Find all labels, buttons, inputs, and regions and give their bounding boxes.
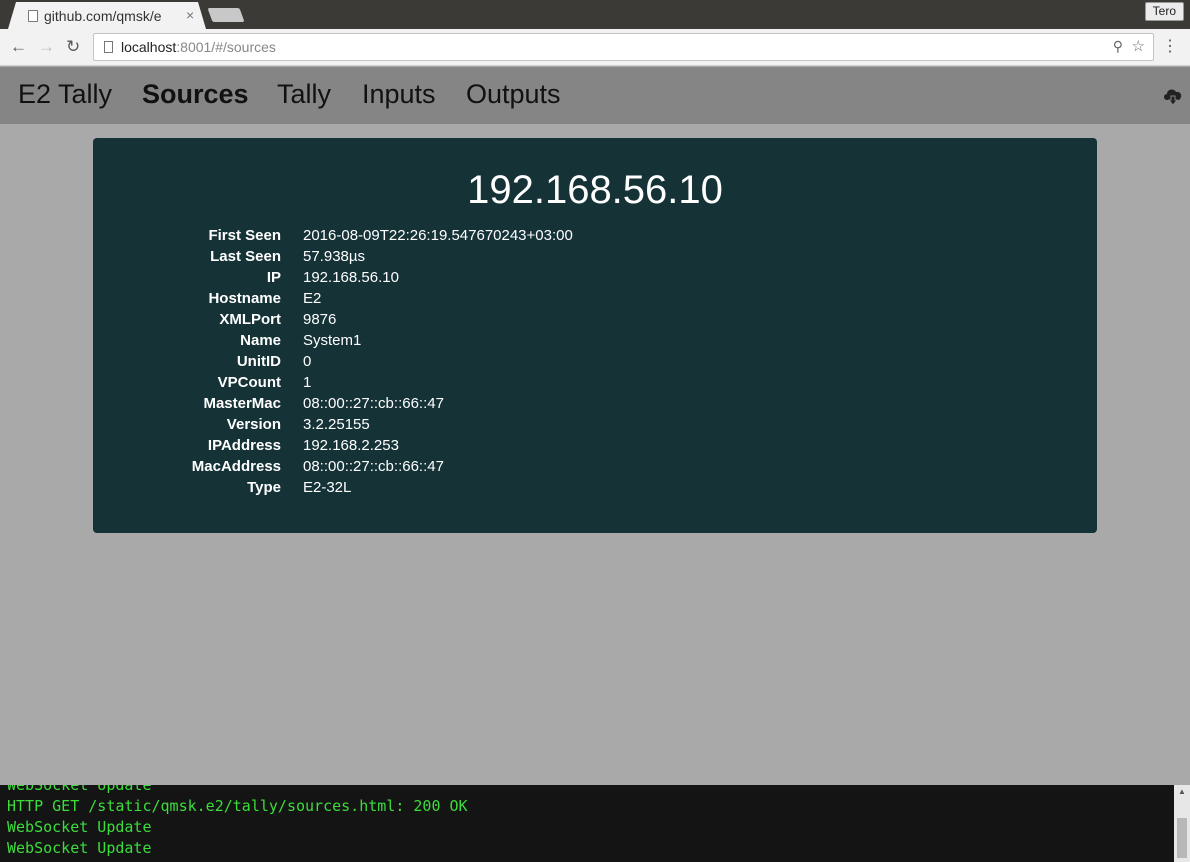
detail-value: 1 (303, 374, 312, 391)
close-icon[interactable]: × (186, 7, 194, 23)
forward-arrow-icon[interactable]: → (38, 37, 55, 57)
detail-key: VPCount (217, 374, 281, 391)
back-arrow-icon[interactable]: ← (10, 37, 27, 57)
detail-key: IP (266, 269, 281, 286)
detail-row: Type E2-32L (93, 479, 893, 500)
detail-value: 0 (303, 353, 312, 370)
detail-value: System1 (303, 332, 362, 349)
detail-key: Name (240, 332, 281, 349)
detail-key: Type (247, 479, 281, 496)
detail-row: MasterMac 08::00::27::cb::66::47 (93, 395, 893, 416)
nav-outputs[interactable]: Outputs (466, 79, 561, 110)
detail-row: First Seen 2016-08-09T22:26:19.547670243+… (93, 227, 893, 248)
detail-key: Version (226, 416, 281, 433)
detail-row: Last Seen 57.938µs (93, 248, 893, 269)
reload-icon[interactable]: ↻ (66, 37, 80, 57)
url-text[interactable]: localhost:8001/#/sources (121, 39, 276, 55)
new-tab-button[interactable] (207, 8, 245, 22)
detail-row: MacAddress 08::00::27::cb::66::47 (93, 458, 893, 479)
detail-key: XMLPort (219, 311, 281, 328)
detail-key: MasterMac (203, 395, 281, 412)
url-host: localhost (121, 39, 177, 55)
detail-value: E2 (303, 290, 322, 307)
terminal-line: WebSocket Update (7, 818, 152, 836)
detail-row: IP 192.168.56.10 (93, 269, 893, 290)
detail-row: Hostname E2 (93, 290, 893, 311)
detail-value: E2-32L (303, 479, 352, 496)
url-path: :8001/#/sources (176, 39, 276, 55)
cloud-download-icon[interactable] (1162, 85, 1184, 107)
detail-key: MacAddress (191, 458, 281, 475)
browser-tab[interactable]: github.com/qmsk/e × (8, 2, 206, 29)
star-icon[interactable]: ☆ (1132, 37, 1145, 55)
detail-row: Version 3.2.25155 (93, 416, 893, 437)
menu-icon[interactable]: ⋮ (1162, 37, 1178, 57)
profile-button[interactable]: Tero (1144, 2, 1184, 21)
detail-value: 2016-08-09T22:26:19.547670243+03:00 (303, 227, 573, 244)
detail-key: UnitID (236, 353, 281, 370)
detail-value: 9876 (303, 311, 337, 328)
detail-value: 3.2.25155 (303, 416, 370, 433)
nav-sources[interactable]: Sources (142, 79, 249, 110)
detail-value: 08::00::27::cb::66::47 (303, 458, 444, 475)
detail-value: 192.168.56.10 (303, 269, 399, 286)
detail-key: IPAddress (207, 437, 281, 454)
page-icon (104, 41, 113, 53)
terminal-line: WebSocket Update (7, 785, 152, 794)
detail-row: VPCount 1 (93, 374, 893, 395)
brand-link[interactable]: E2 Tally (18, 79, 112, 110)
browser-toolbar: ← → ↻ localhost:8001/#/sources ⚲ ☆ ⋮ (0, 29, 1190, 66)
source-card: 192.168.56.10 First Seen 2016-08-09T22:26… (93, 138, 1097, 533)
app-navbar: E2 Tally Sources Tally Inputs Outputs (0, 67, 1190, 124)
nav-tally[interactable]: Tally (277, 79, 331, 110)
nav-inputs[interactable]: Inputs (362, 79, 436, 110)
browser-tabstrip: github.com/qmsk/e × Tero (0, 0, 1190, 29)
terminal-line: WebSocket Update (7, 839, 152, 857)
terminal-panel: WebSocket Update HTTP GET /static/qmsk.e… (0, 785, 1190, 862)
detail-row: XMLPort 9876 (93, 311, 893, 332)
terminal-scrollbar[interactable]: ▲ (1174, 785, 1190, 862)
tab-title: github.com/qmsk/e (44, 8, 162, 24)
zoom-icon[interactable]: ⚲ (1113, 38, 1123, 55)
page-icon (28, 10, 38, 22)
detail-value: 192.168.2.253 (303, 437, 399, 454)
source-title: 192.168.56.10 (467, 168, 723, 212)
detail-key: Last Seen (210, 248, 281, 265)
detail-value: 57.938µs (303, 248, 366, 265)
detail-row: UnitID 0 (93, 353, 893, 374)
detail-row: IPAddress 192.168.2.253 (93, 437, 893, 458)
scroll-up-icon[interactable]: ▲ (1178, 787, 1186, 796)
terminal-line: HTTP GET /static/qmsk.e2/tally/sources.h… (7, 797, 468, 815)
detail-key: Hostname (208, 290, 281, 307)
detail-value: 08::00::27::cb::66::47 (303, 395, 444, 412)
address-bar[interactable]: localhost:8001/#/sources ⚲ ☆ (93, 33, 1154, 61)
detail-key: First Seen (208, 227, 281, 244)
detail-row: Name System1 (93, 332, 893, 353)
scroll-thumb[interactable] (1177, 818, 1187, 858)
